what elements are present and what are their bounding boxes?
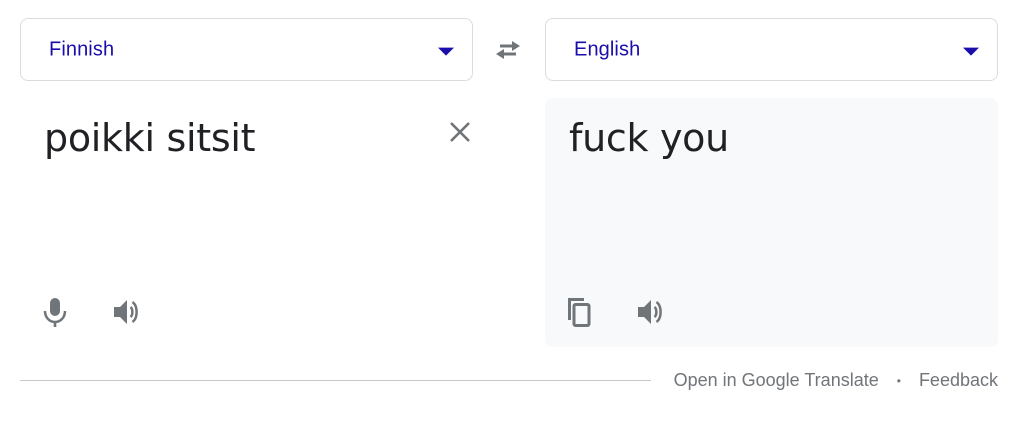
footer-links: Open in Google Translate • Feedback bbox=[674, 370, 998, 391]
source-text[interactable]: poikki sitsit bbox=[44, 116, 255, 160]
clear-source-button[interactable] bbox=[444, 116, 476, 148]
open-in-google-translate-link[interactable]: Open in Google Translate bbox=[674, 370, 879, 391]
volume-icon bbox=[114, 300, 138, 324]
listen-source-button[interactable] bbox=[109, 294, 145, 330]
microphone-button[interactable] bbox=[37, 294, 73, 330]
source-text-panel[interactable]: poikki sitsit bbox=[20, 98, 473, 347]
chevron-down-icon bbox=[963, 47, 979, 56]
target-language-label: English bbox=[574, 38, 641, 60]
translation-text: fuck you bbox=[569, 116, 729, 160]
listen-translation-button[interactable] bbox=[633, 294, 669, 330]
target-language-select[interactable]: English bbox=[545, 18, 998, 81]
close-icon bbox=[450, 122, 470, 142]
source-language-label: Finnish bbox=[49, 38, 115, 60]
translate-widget: Finnish English poikki sitsit fuck you O… bbox=[0, 0, 1023, 424]
footer-separator: • bbox=[896, 373, 901, 388]
copy-translation-button[interactable] bbox=[561, 294, 597, 330]
feedback-link[interactable]: Feedback bbox=[919, 370, 998, 391]
swap-horiz-icon bbox=[496, 41, 520, 59]
translation-panel: fuck you bbox=[545, 98, 998, 347]
volume-icon bbox=[638, 300, 662, 324]
footer-divider bbox=[20, 380, 651, 381]
chevron-down-icon bbox=[438, 47, 454, 56]
source-language-select[interactable]: Finnish bbox=[20, 18, 473, 81]
microphone-icon bbox=[43, 298, 67, 327]
swap-languages-button[interactable] bbox=[488, 30, 528, 70]
copy-icon bbox=[568, 298, 591, 327]
